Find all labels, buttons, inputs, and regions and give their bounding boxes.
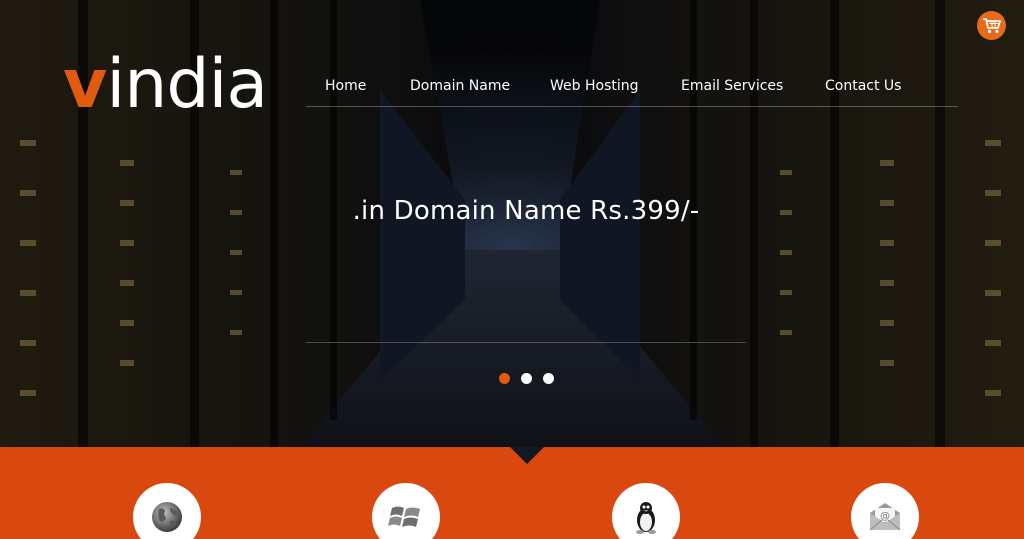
main-nav: Home Domain Name Web Hosting Email Servi…	[306, 76, 958, 107]
features-strip: @	[0, 447, 1024, 539]
slider-dot-2[interactable]	[521, 373, 532, 384]
feature-windows-hosting-button[interactable]	[372, 483, 440, 539]
page: vindia Home Domain Name Web Hosting Emai…	[0, 0, 1024, 539]
email-envelope-icon: @	[869, 503, 901, 531]
nav-item-contact-us[interactable]: Contact Us	[825, 78, 901, 94]
slider-dot-1[interactable]	[499, 373, 510, 384]
nav-item-domain-name[interactable]: Domain Name	[410, 78, 510, 94]
feature-email-button[interactable]: @	[851, 483, 919, 539]
hero-banner: vindia Home Domain Name Web Hosting Emai…	[0, 0, 1024, 447]
logo-text: india	[106, 45, 268, 124]
feature-linux-hosting-button[interactable]	[612, 483, 680, 539]
hero-headline: .in Domain Name Rs.399/-	[352, 196, 700, 226]
logo-letter-v: v	[63, 45, 107, 124]
slider-dot-3[interactable]	[543, 373, 554, 384]
windows-icon	[388, 506, 420, 527]
linux-penguin-icon	[636, 502, 656, 534]
nav-item-email-services[interactable]: Email Services	[681, 78, 783, 94]
shopping-cart-button[interactable]	[977, 11, 1006, 40]
strip-notch	[510, 447, 544, 464]
globe-icon	[152, 502, 182, 532]
nav-item-home[interactable]: Home	[325, 78, 366, 94]
headline-divider	[306, 342, 746, 343]
feature-domain-button[interactable]	[133, 483, 201, 539]
vindia-logo[interactable]: vindia	[63, 50, 268, 120]
shopping-cart-icon	[983, 18, 1001, 34]
nav-item-web-hosting[interactable]: Web Hosting	[550, 78, 639, 94]
